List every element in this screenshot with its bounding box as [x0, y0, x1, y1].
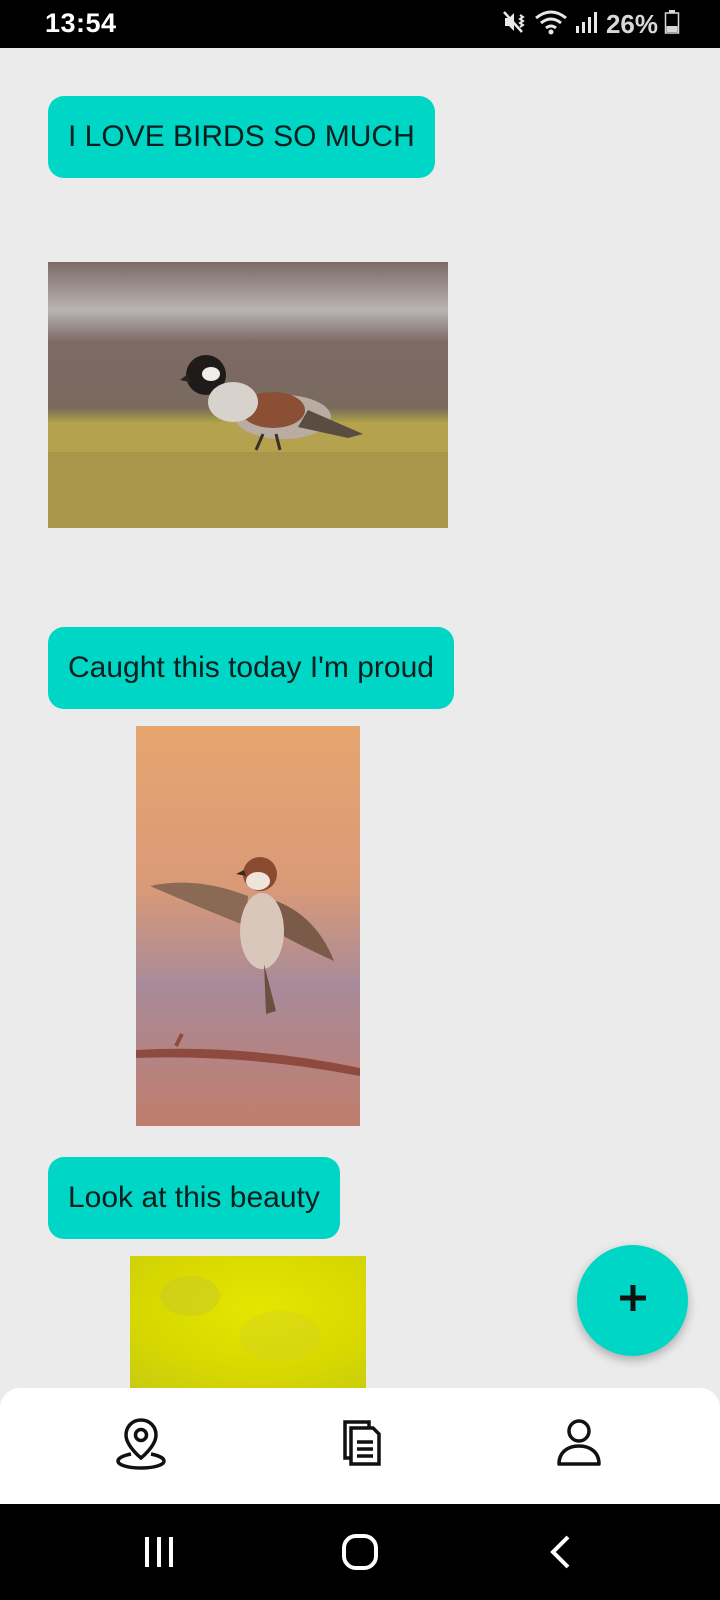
feed[interactable]: I LOVE BIRDS SO MUCH Caught this today I…: [0, 48, 720, 1388]
battery-icon: [664, 9, 680, 40]
post-caption: I LOVE BIRDS SO MUCH: [48, 96, 435, 178]
bottom-navigation: [0, 1388, 720, 1504]
nav-profile-button[interactable]: [549, 1414, 609, 1474]
post-caption: Look at this beauty: [48, 1157, 340, 1239]
nav-map-button[interactable]: [111, 1414, 171, 1474]
recents-icon: [141, 1534, 177, 1575]
yellow-blurred-photo[interactable]: [130, 1256, 366, 1388]
profile-icon: [551, 1414, 607, 1475]
mute-vibrate-icon: [502, 9, 528, 40]
map-pin-icon: [113, 1414, 169, 1475]
nav-documents-button[interactable]: [331, 1414, 391, 1474]
back-button[interactable]: [540, 1532, 584, 1576]
wifi-icon: [534, 9, 568, 40]
signal-icon: [574, 9, 600, 40]
back-icon: [544, 1534, 580, 1575]
documents-icon: [333, 1414, 389, 1475]
plus-icon: [618, 1283, 648, 1318]
status-bar: 13:54 26%: [0, 0, 720, 48]
home-button[interactable]: [338, 1532, 382, 1576]
battery-percent: 26%: [605, 8, 658, 39]
recents-button[interactable]: [137, 1532, 181, 1576]
home-icon: [340, 1532, 380, 1577]
sparrow-on-grass-photo[interactable]: [48, 262, 448, 528]
sparrow-flying-over-branch-photo[interactable]: [136, 726, 360, 1126]
post-caption: Caught this today I'm proud: [48, 627, 454, 709]
system-navigation-bar: [0, 1504, 720, 1600]
status-time: 13:54: [45, 8, 117, 38]
status-icons: 26%: [502, 8, 680, 40]
add-post-button[interactable]: [577, 1245, 688, 1356]
